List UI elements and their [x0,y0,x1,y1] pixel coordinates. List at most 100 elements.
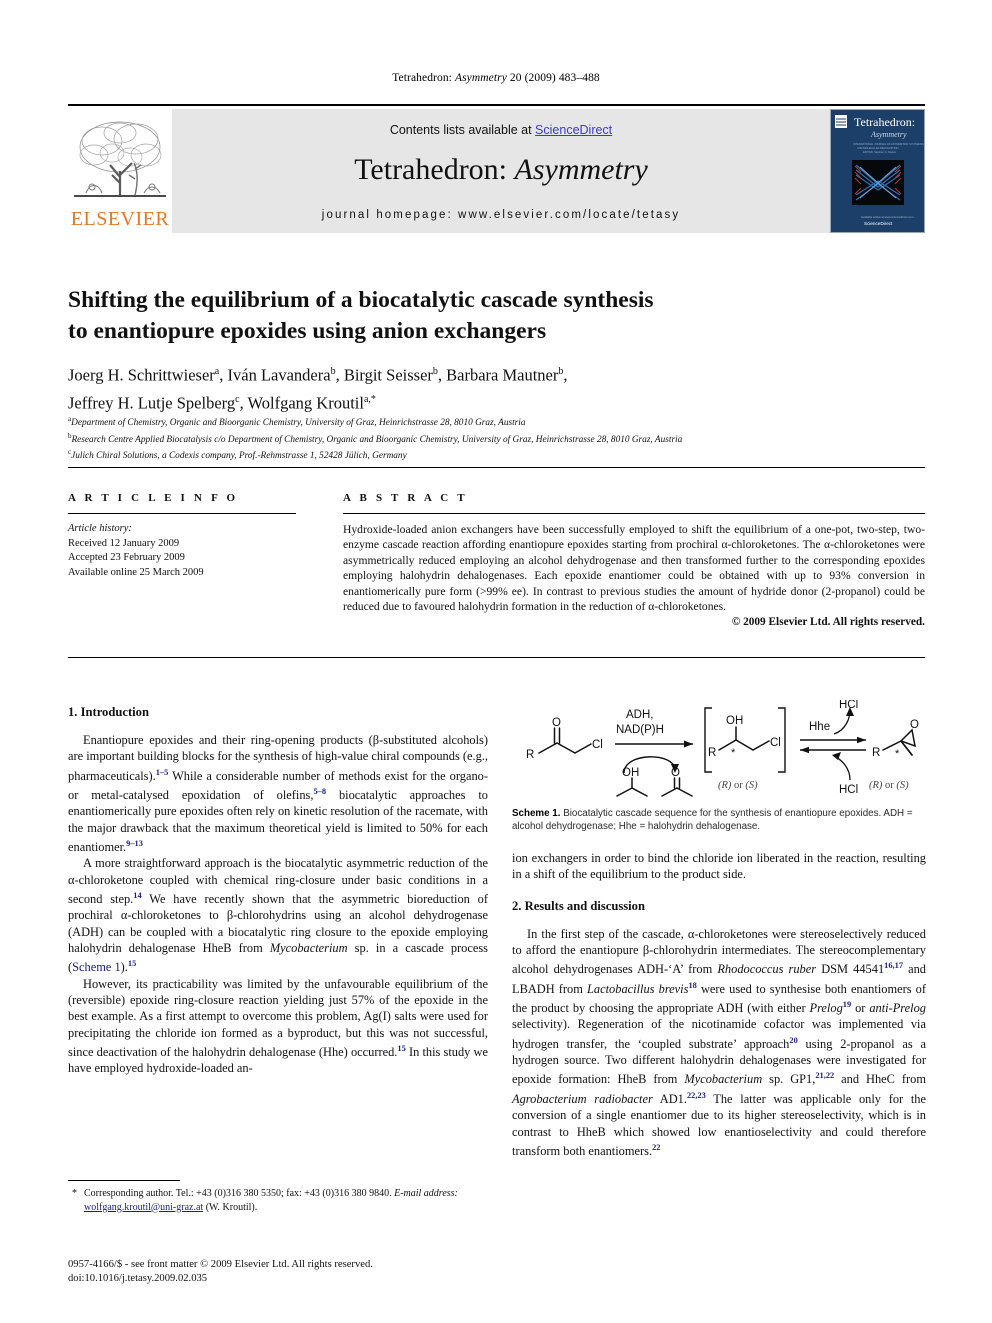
author-list: Joerg H. Schrittwiesera, Iván Lavanderab… [68,360,928,415]
scheme-1-caption: Scheme 1. Biocatalytic cascade sequence … [512,808,926,834]
svg-text:Available online at www.scienc: Available online at www.sciencedirect.co… [861,215,914,219]
scheme-label-R3: R [872,747,880,759]
running-head-prefix: Tetrahedron: [392,72,455,84]
reference-marker[interactable]: 16,17 [884,961,903,970]
scheme-label-hhe: Hhe [809,721,830,733]
abstract-text: Hydroxide-loaded anion exchangers have b… [343,523,925,614]
scheme-label-cofactor-OH: OH [622,767,639,779]
title-line-2: to enantiopure epoxides using anion exch… [68,318,547,344]
issn-line: 0957-4166/$ - see front matter © 2009 El… [68,1259,373,1270]
author-affil-marker: b [432,366,438,377]
scheme-label-star2: * [895,748,900,760]
running-head: Tetrahedron: Asymmetry 20 (2009) 483–488 [0,72,992,84]
reference-marker[interactable]: 1–5 [156,768,169,777]
abstract-heading: A B S T R A C T [343,492,468,504]
intro-paragraph-2: A more straightforward approach is the b… [68,855,488,975]
author-affil-marker: a [214,366,220,377]
article-history-label: Article history: [68,523,132,534]
band-rule-bottom [68,657,925,658]
results-p1-e: or [851,1001,870,1016]
scheme-label-R1: R [526,749,534,761]
intro-p2-d: ). [120,960,128,975]
author-line-2: Jeffrey H. Lutje Spelbergc, Wolfgang Kro… [68,393,376,412]
reference-marker[interactable]: 18 [688,981,696,990]
svg-text:EDITOR: Stephen G. Davies: EDITOR: Stephen G. Davies [863,150,897,154]
article-info-heading: A R T I C L E I N F O [68,492,239,504]
scheme-label-cofactor-O: O [671,767,680,779]
affiliation-c: cJulich Chiral Solutions, a Codexis comp… [68,446,928,463]
reference-marker[interactable]: 15 [128,959,136,968]
column-right: R O Cl ADH, NAD(P)H OH O OH R * Cl (R) o… [512,699,926,1160]
prelog-term: Prelog [809,1001,843,1016]
article-history-accepted: Accepted 23 February 2009 [68,552,185,563]
svg-text:AND MOLECULAR RECOGNITION: AND MOLECULAR RECOGNITION [857,146,898,150]
results-p1-h: sp. GP1, [762,1072,816,1087]
footnote-star-marker: * [72,1188,77,1199]
intro-paragraph-1: Enantiopure epoxides and their ring-open… [68,732,488,855]
email-link[interactable]: wolfgang.kroutil@uni-graz.at [84,1202,203,1213]
results-p1-i: and HheC from [834,1072,926,1087]
reference-marker[interactable]: 21,22 [815,1071,834,1080]
article-info-divider [68,513,296,514]
sciencedirect-link[interactable]: ScienceDirect [535,123,612,137]
author-name: Barbara Mautner [446,365,559,385]
affiliation-text: Department of Chemistry, Organic and Bio… [71,418,526,429]
author-line-1: Joerg H. Schrittwiesera, Iván Lavanderab… [68,365,568,385]
journal-homepage: journal homepage: www.elsevier.com/locat… [321,209,681,221]
svg-text:Tetrahedron:: Tetrahedron: [854,115,915,129]
author-affil-marker: c [235,393,240,405]
author-name: Iván Lavandera [227,365,331,385]
reference-marker[interactable]: 9–13 [126,839,143,848]
svg-text:ScienceDirect: ScienceDirect [864,221,893,226]
masthead-center-band: Contents lists available at ScienceDirec… [172,109,830,233]
results-p1-j: AD1. [652,1092,687,1107]
reference-marker[interactable]: 14 [133,891,141,900]
scheme-label-star1: * [731,747,736,759]
reference-marker[interactable]: 20 [789,1036,797,1045]
author-name: Joerg H. Schrittwieser [68,365,215,385]
intro-paragraph-3: However, its practicability was limited … [68,976,488,1077]
reference-marker[interactable]: 22 [652,1143,660,1152]
author-affil-marker: b [330,366,336,377]
journal-title-italic: Asymmetry [514,153,648,186]
scheme-label-O-epoxide: O [910,719,919,731]
scheme-1-link[interactable]: Scheme 1 [72,960,121,974]
journal-title-main: Tetrahedron: [354,153,515,186]
running-head-suffix: 20 (2009) 483–488 [506,72,600,84]
contents-available-line: Contents lists available at ScienceDirec… [172,123,830,137]
svg-text:Asymmetry: Asymmetry [870,130,907,139]
article-info-block: A R T I C L E I N F O Article history: R… [68,492,298,580]
elsevier-wordmark: ELSEVIER [70,208,170,230]
abstract-divider [343,513,925,514]
scheme-label-stereo2: (R) or (S) [869,780,909,791]
results-paragraph-1: In the first step of the cascade, α-chlo… [512,926,926,1160]
reference-marker[interactable]: 15 [397,1044,405,1053]
svg-text:INTERNATIONAL JOURNAL OF ASYMM: INTERNATIONAL JOURNAL OF ASYMMETRIC SYNT… [853,142,924,146]
organism-name: Mycobacterium [269,941,348,956]
organism-name: Rhodococcus ruber [717,962,817,977]
author-affil-marker: b [558,366,564,377]
corresponding-author-footnote: * Corresponding author. Tel.: +43 (0)316… [68,1187,488,1214]
scheme-label-enzyme-top1: ADH, [626,709,653,721]
scheme-label-stereo1: (R) or (S) [718,780,758,791]
reference-marker[interactable]: 5–8 [313,787,326,796]
organism-name: Mycobacterium [684,1072,763,1087]
abstract-block: A B S T R A C T Hydroxide-loaded anion e… [343,492,925,628]
scheme-label-HCl-top: HCl [839,700,858,711]
scheme-label-Cl1: Cl [592,739,603,751]
cover-artwork: Tetrahedron: Asymmetry INTERNATIONAL JOU… [831,110,924,232]
scheme-1-artwork: R O Cl ADH, NAD(P)H OH O OH R * Cl (R) o… [526,699,919,797]
elsevier-logo: ELSEVIER [68,109,172,233]
affiliation-a: aDepartment of Chemistry, Organic and Bi… [68,413,928,430]
reference-marker[interactable]: 22,23 [687,1091,706,1100]
contents-prefix: Contents lists available at [389,123,536,137]
article-history-online: Available online 25 March 2009 [68,566,204,578]
scheme-label-O-ketone: O [552,717,561,729]
reference-marker[interactable]: 19 [843,1000,851,1009]
author-affil-marker: a,* [363,393,376,405]
scheme-label-enzyme-top2: NAD(P)H [616,724,664,736]
affiliation-b: bResearch Centre Applied Biocatalysis c/… [68,430,928,447]
scheme-label-HCl-bottom: HCl [839,784,858,796]
section-heading-results: 2. Results and discussion [512,898,645,913]
scheme-caption-text: Biocatalytic cascade sequence for the sy… [512,808,913,832]
